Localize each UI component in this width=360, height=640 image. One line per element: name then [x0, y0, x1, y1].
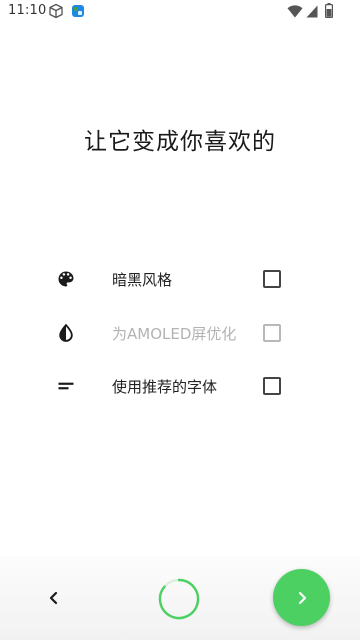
option-dark-style[interactable]: 暗黑风格	[0, 259, 360, 299]
next-button[interactable]	[273, 569, 330, 626]
wifi-icon	[287, 5, 303, 18]
option-label: 暗黑风格	[112, 271, 173, 289]
bottom-navigation-bar	[0, 556, 360, 640]
dark-style-checkbox[interactable]	[263, 270, 281, 288]
short-text-icon	[58, 382, 74, 390]
back-button[interactable]	[40, 584, 68, 612]
chevron-left-icon	[49, 591, 58, 605]
option-amoled: 为AMOLED屏优化	[0, 313, 360, 353]
contrast-drop-icon	[59, 323, 73, 342]
battery-icon	[325, 3, 333, 18]
status-bar: 11:10	[0, 0, 360, 24]
chevron-right-icon	[298, 591, 306, 604]
recommended-font-checkbox[interactable]	[263, 377, 281, 395]
option-recommended-font[interactable]: 使用推荐的字体	[0, 366, 360, 406]
option-label: 为AMOLED屏优化	[112, 325, 237, 343]
option-label: 使用推荐的字体	[112, 378, 218, 396]
palette-icon	[58, 271, 74, 287]
progress-ring-icon	[158, 578, 200, 620]
signal-icon	[306, 5, 318, 18]
page-title: 让它变成你喜欢的	[84, 129, 276, 155]
app-badge-icon	[72, 5, 84, 17]
cube-icon	[49, 3, 63, 19]
amoled-checkbox	[263, 324, 281, 342]
status-time: 11:10	[8, 3, 47, 18]
